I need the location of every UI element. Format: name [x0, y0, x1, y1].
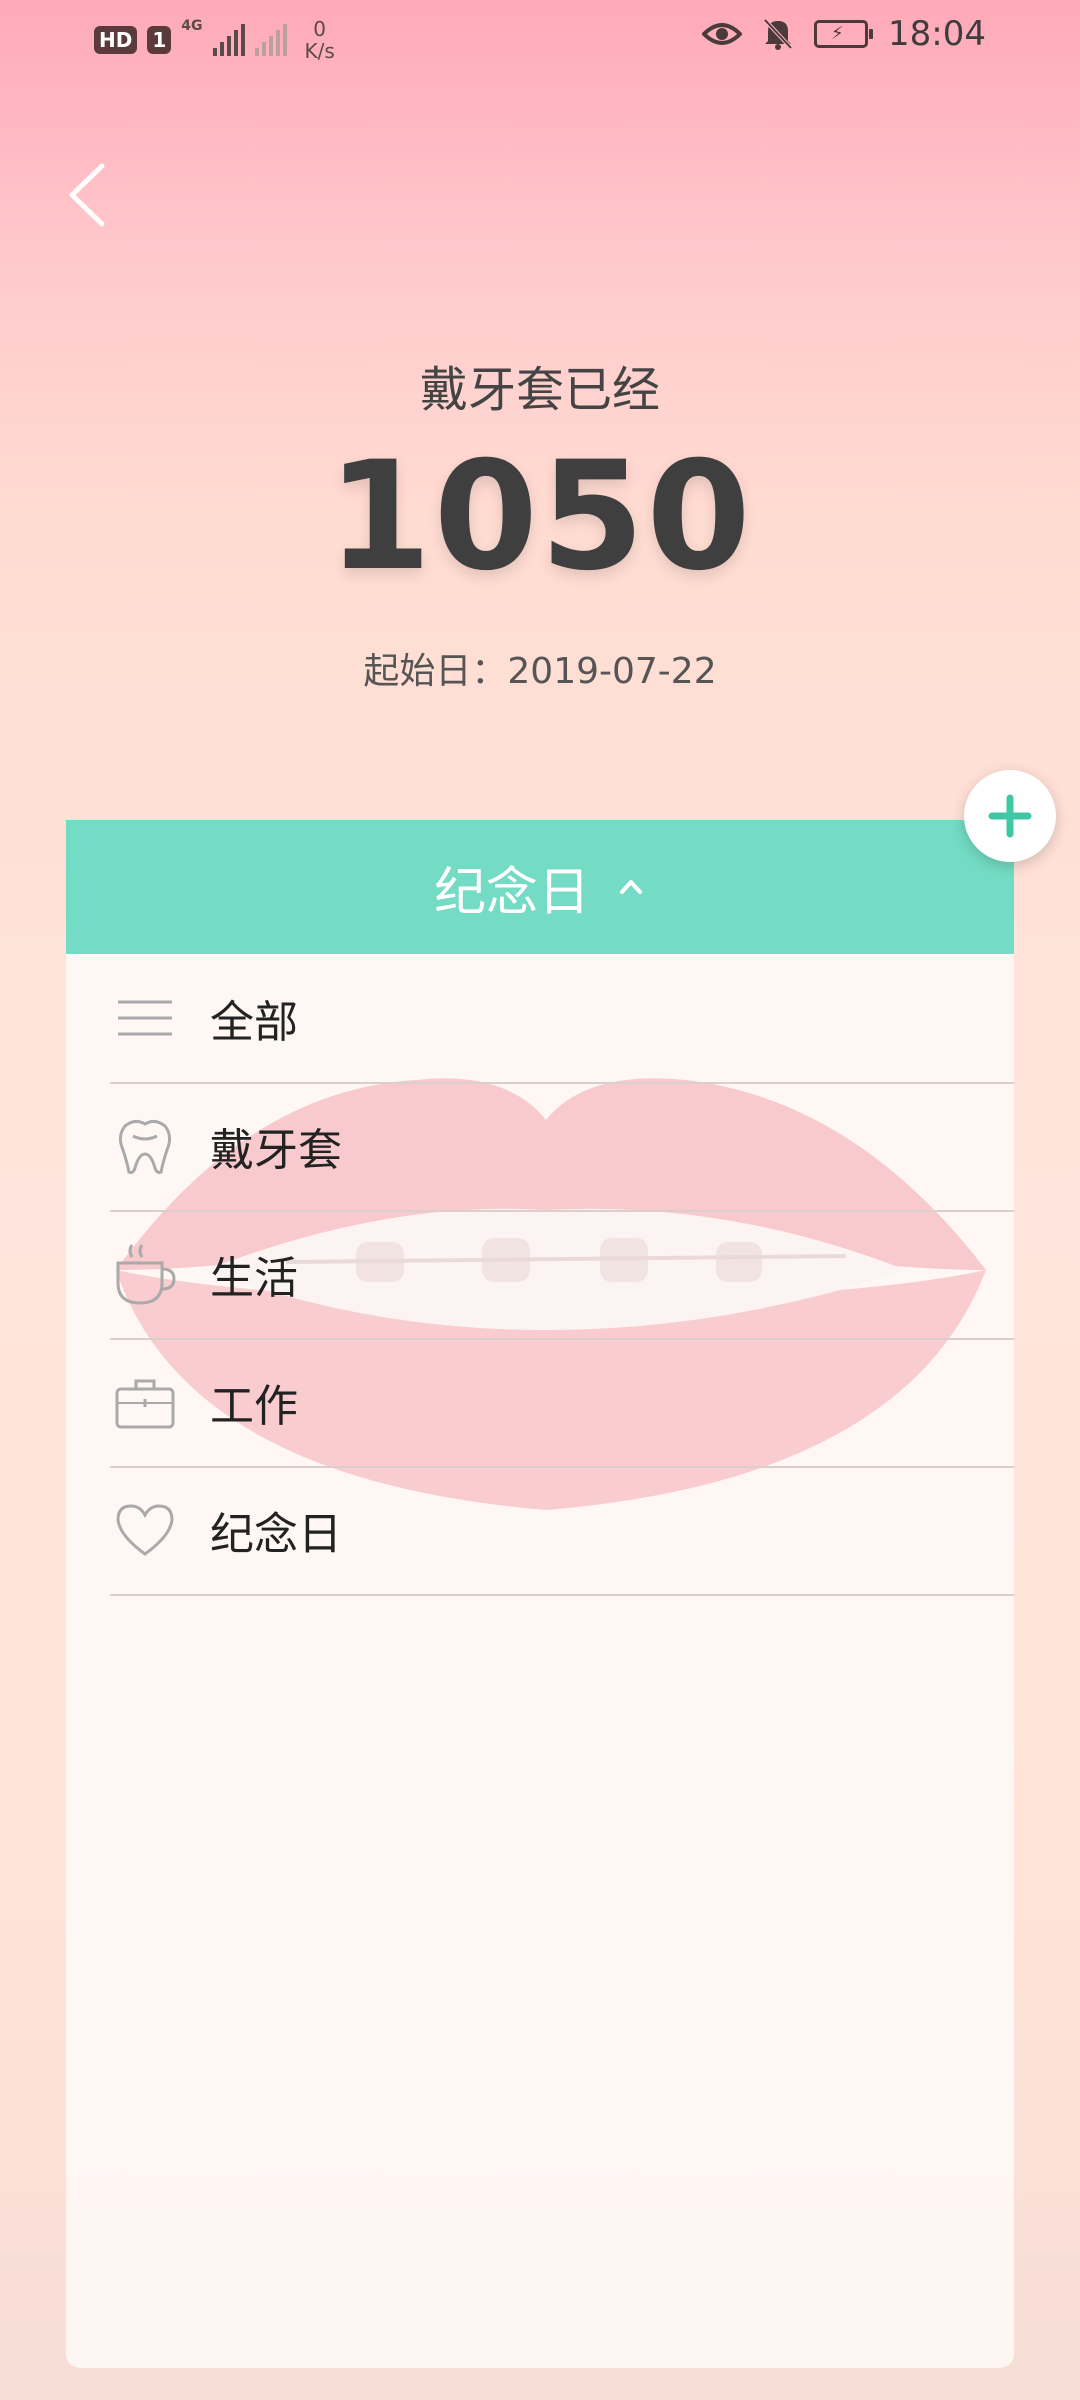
list-item-label: 全部	[210, 997, 298, 1048]
back-chevron-icon[interactable]	[62, 160, 112, 230]
start-date: 起始日：2019-07-22	[363, 651, 717, 692]
briefcase-icon	[110, 1367, 180, 1437]
list-item-life[interactable]: 生活	[110, 1210, 1014, 1340]
speed-unit: K/s	[304, 39, 335, 63]
list-item-label: 纪念日	[210, 1509, 342, 1560]
list-item-work[interactable]: 工作	[110, 1338, 1014, 1468]
signal-strength-icon	[212, 24, 245, 56]
network-type: 4G	[181, 18, 203, 34]
counter-title: 戴牙套已经	[419, 362, 660, 418]
day-count: 1050	[327, 430, 753, 604]
speed-value: 0	[313, 17, 326, 41]
list-item-anniversary[interactable]: 纪念日	[110, 1466, 1014, 1596]
category-panel: 纪念日 全部 戴牙套 生活 工作 纪念日	[66, 820, 1014, 2368]
menu-lines-icon	[110, 983, 180, 1053]
hd-badge: HD	[94, 26, 138, 54]
list-item-all[interactable]: 全部	[110, 954, 1014, 1084]
signal-weak-icon	[254, 24, 287, 56]
eye-icon	[702, 23, 743, 45]
list-item-braces[interactable]: 戴牙套	[110, 1082, 1014, 1212]
list-item-label: 工作	[210, 1381, 298, 1432]
heart-icon	[110, 1495, 180, 1565]
tooth-icon	[110, 1111, 180, 1181]
category-header-label: 纪念日	[433, 862, 590, 923]
chevron-up-icon	[620, 880, 642, 894]
list-item-label: 生活	[210, 1253, 298, 1304]
status-bar: HD 1 4G 0 K/s ⚡ 18:04	[0, 0, 1080, 80]
plus-icon	[988, 794, 1032, 838]
list-item-label: 戴牙套	[210, 1125, 342, 1176]
sim-badge: 1	[147, 26, 172, 54]
clock-time: 18:04	[888, 14, 986, 54]
category-dropdown-header[interactable]: 纪念日	[66, 820, 1014, 954]
battery-icon: ⚡	[814, 20, 874, 48]
coffee-cup-icon	[110, 1239, 180, 1309]
network-speed: 0 K/s	[305, 18, 335, 62]
add-button[interactable]	[964, 770, 1056, 862]
status-right: ⚡ 18:04	[702, 14, 986, 54]
bell-muted-icon	[763, 18, 793, 50]
status-left: HD 1 4G 0 K/s	[94, 18, 335, 62]
